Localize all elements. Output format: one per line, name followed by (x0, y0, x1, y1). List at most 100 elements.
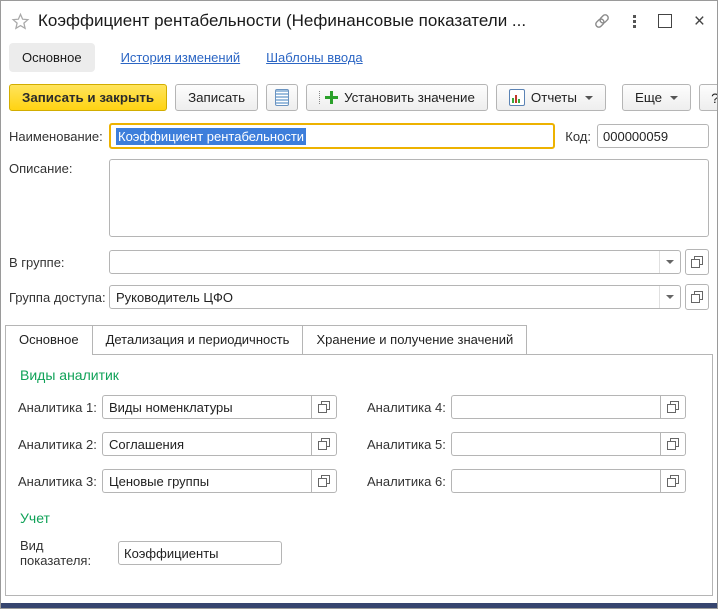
set-value-button[interactable]: Установить значение (306, 84, 488, 111)
analytics-3-label: Аналитика 3: (18, 473, 97, 489)
description-row: Описание: (9, 159, 709, 237)
analytics-5-picker-button[interactable] (660, 432, 686, 456)
nav-item-input-templates[interactable]: Шаблоны ввода (266, 43, 363, 72)
analytics-6-picker-button[interactable] (660, 469, 686, 493)
analytics-1-picker-button[interactable] (311, 395, 337, 419)
save-and-close-button[interactable]: Записать и закрыть (9, 84, 168, 111)
analytics-1-input[interactable]: Виды номенклатуры (102, 395, 311, 419)
menu-dots-icon[interactable] (632, 14, 636, 28)
accounting-section-title: Учет (20, 510, 50, 526)
tab-panel-main: Виды аналитик Аналитика 1: Виды номенкла… (5, 354, 713, 596)
more-label: Еще (634, 90, 663, 105)
analytics-5-field-group (451, 432, 686, 456)
toolbar: Записать и закрыть Записать Установить з… (1, 80, 717, 117)
analytics-row: Аналитика 2: Соглашения (18, 432, 351, 456)
help-button[interactable]: ? (699, 84, 717, 111)
list-button[interactable] (266, 84, 299, 111)
group-label: В группе: (9, 254, 65, 270)
dotted-line-icon (319, 91, 322, 104)
favorite-star-icon[interactable] (11, 12, 30, 31)
open-icon (318, 438, 330, 450)
app-window: Коэффициент рентабельности (Нефинансовые… (0, 0, 718, 609)
access-group-combobox[interactable]: Руководитель ЦФО (109, 285, 681, 309)
analytics-5-input[interactable] (451, 432, 660, 456)
name-input[interactable]: Коэффициент рентабельности (109, 123, 556, 149)
analytics-row: Аналитика 4: (367, 395, 700, 419)
analytics-2-field-group: Соглашения (102, 432, 337, 456)
save-button[interactable]: Записать (175, 84, 259, 111)
tab-main[interactable]: Основное (5, 325, 93, 355)
access-group-label: Группа доступа: (9, 289, 106, 305)
analytics-3-input[interactable]: Ценовые группы (102, 469, 311, 493)
analytics-column-left: Аналитика 1: Виды номенклатуры Аналитика… (18, 395, 351, 506)
window-title: Коэффициент рентабельности (Нефинансовые… (38, 11, 527, 30)
tab-storage-retrieval[interactable]: Хранение и получение значений (302, 325, 528, 355)
open-icon (667, 475, 679, 487)
analytics-4-field-group (451, 395, 686, 419)
group-picker-button[interactable] (685, 249, 709, 275)
analytics-2-label: Аналитика 2: (18, 436, 97, 452)
analytics-row: Аналитика 5: (367, 432, 700, 456)
title-bar: Коэффициент рентабельности (Нефинансовые… (1, 1, 717, 41)
name-row: Наименование: Коэффициент рентабельности… (9, 123, 709, 149)
reports-label: Отчеты (530, 90, 577, 105)
analytics-2-input[interactable]: Соглашения (102, 432, 311, 456)
analytics-3-field-group: Ценовые группы (102, 469, 337, 493)
dropdown-arrow-icon[interactable] (659, 286, 680, 308)
analytics-2-picker-button[interactable] (311, 432, 337, 456)
indicator-kind-input[interactable]: Коэффициенты (118, 541, 282, 565)
group-row: В группе: (9, 249, 709, 275)
indicator-kind-label: Вид показателя: (20, 538, 92, 568)
close-button[interactable]: × (694, 12, 705, 31)
code-input[interactable]: 000000059 (597, 124, 709, 148)
set-value-label: Установить значение (344, 90, 475, 105)
link-icon[interactable] (593, 12, 611, 30)
tab-bar: Основное Детализация и периодичность Хра… (5, 324, 713, 355)
open-icon (318, 475, 330, 487)
open-icon (667, 438, 679, 450)
open-icon (691, 291, 703, 303)
analytics-row: Аналитика 3: Ценовые группы (18, 469, 351, 493)
access-group-picker-button[interactable] (685, 284, 709, 310)
analytics-6-field-group (451, 469, 686, 493)
analytics-3-picker-button[interactable] (311, 469, 337, 493)
chevron-down-icon (670, 95, 679, 100)
nav-item-change-history[interactable]: История изменений (121, 43, 241, 72)
green-plus-icon (325, 91, 339, 104)
analytics-column-right: Аналитика 4: Аналитика 5: Аналитика 6: (367, 395, 700, 506)
tab-detailing-periodicity[interactable]: Детализация и периодичность (91, 325, 304, 355)
code-label: Код: (565, 128, 591, 144)
analytics-4-label: Аналитика 4: (367, 399, 446, 415)
analytics-section-title: Виды аналитик (20, 367, 119, 383)
list-icon (275, 89, 290, 106)
description-textarea[interactable] (109, 159, 709, 237)
tabs-zone: Основное Детализация и периодичность Хра… (5, 324, 713, 596)
analytics-6-input[interactable] (451, 469, 660, 493)
name-selected-text: Коэффициент рентабельности (116, 127, 307, 145)
window-bottom-bar (1, 603, 717, 608)
analytics-grid: Аналитика 1: Виды номенклатуры Аналитика… (18, 395, 700, 506)
more-button[interactable]: Еще (621, 84, 692, 111)
open-icon (691, 256, 703, 268)
open-icon (667, 401, 679, 413)
dropdown-arrow-icon[interactable] (659, 251, 680, 273)
nav-strip: Основное История изменений Шаблоны ввода (1, 41, 717, 80)
analytics-row: Аналитика 1: Виды номенклатуры (18, 395, 351, 419)
access-group-row: Группа доступа: Руководитель ЦФО (9, 284, 709, 310)
group-combobox[interactable] (109, 250, 681, 274)
reports-button[interactable]: Отчеты (495, 84, 606, 111)
nav-item-main[interactable]: Основное (9, 43, 95, 72)
analytics-4-picker-button[interactable] (660, 395, 686, 419)
analytics-6-label: Аналитика 6: (367, 473, 446, 489)
description-label: Описание: (9, 161, 73, 176)
maximize-button[interactable] (657, 14, 672, 28)
access-group-value: Руководитель ЦФО (116, 289, 233, 305)
open-icon (318, 401, 330, 413)
name-label: Наименование: (9, 128, 103, 144)
analytics-5-label: Аналитика 5: (367, 436, 446, 452)
report-chart-icon (508, 89, 525, 106)
indicator-kind-row: Вид показателя: Коэффициенты (20, 538, 700, 568)
analytics-4-input[interactable] (451, 395, 660, 419)
analytics-row: Аналитика 6: (367, 469, 700, 493)
analytics-1-label: Аналитика 1: (18, 399, 97, 415)
